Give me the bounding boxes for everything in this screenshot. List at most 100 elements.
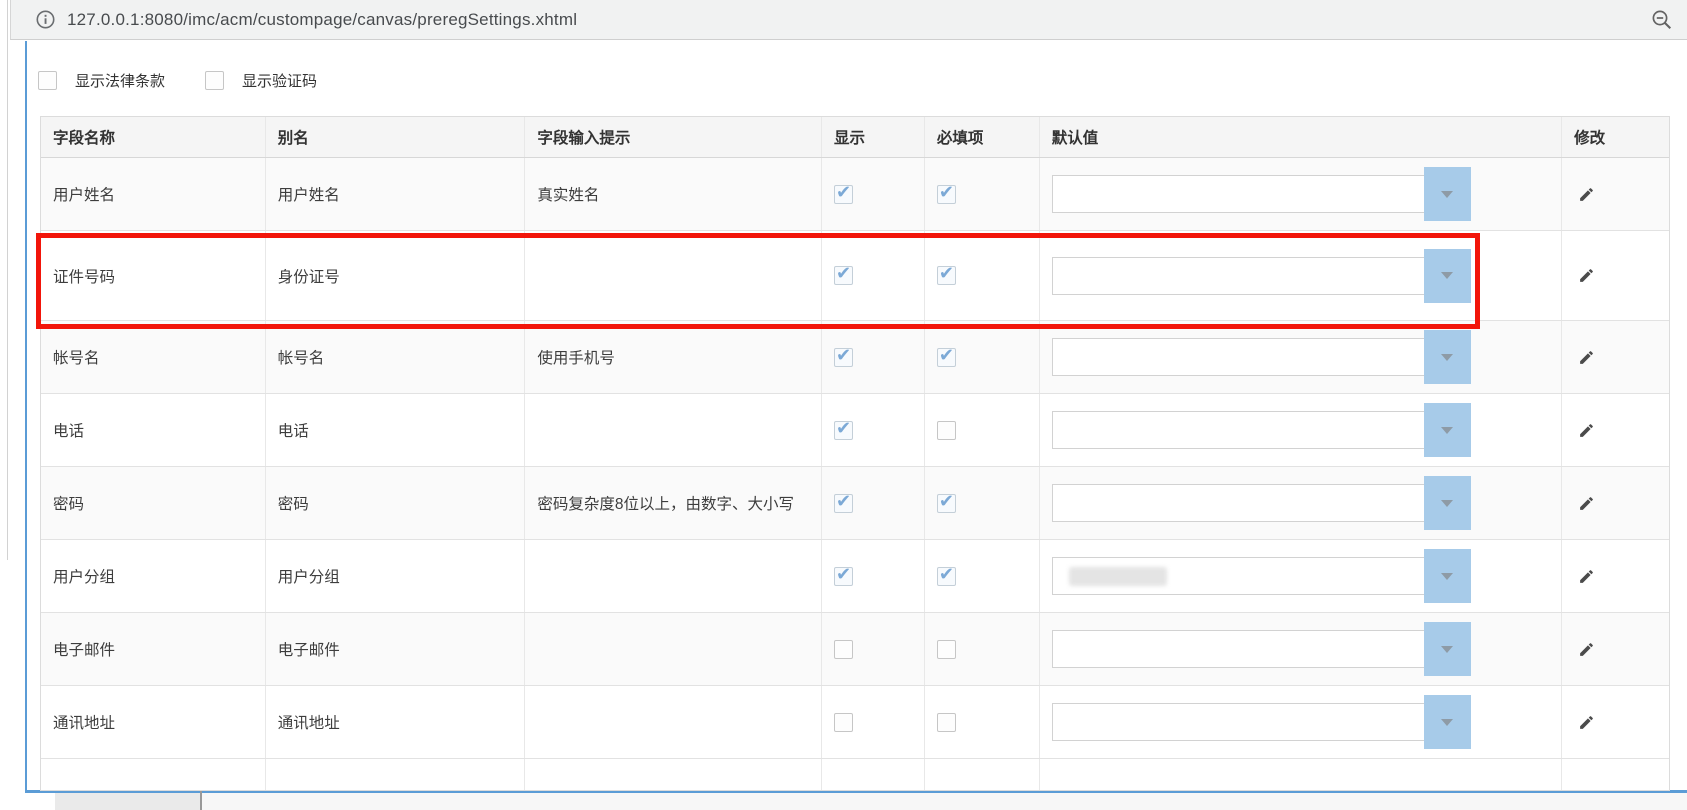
chevron-down-icon (1441, 426, 1454, 434)
display-checkbox[interactable] (834, 564, 854, 586)
hint-cell (525, 613, 823, 685)
required-checkbox[interactable] (936, 712, 956, 732)
field-name-cell: 用户姓名 (41, 158, 266, 230)
table-row: 电话 电话 (41, 394, 1669, 467)
edit-pencil-icon[interactable] (1578, 568, 1595, 585)
hint-cell (525, 231, 823, 320)
chevron-down-icon (1441, 353, 1454, 361)
browser-window: 127.0.0.1:8080/imc/acm/custompage/canvas… (0, 0, 1687, 810)
display-checkbox[interactable] (834, 639, 854, 659)
hint-cell: 真实姓名 (525, 158, 823, 230)
display-checkbox[interactable] (834, 491, 854, 513)
chevron-down-icon (1441, 718, 1454, 726)
page-options: 显示法律条款 显示验证码 (38, 60, 357, 100)
default-value-dropdown[interactable] (1051, 622, 1471, 676)
show-captcha-checkbox[interactable] (205, 70, 225, 90)
hint-cell: 使用手机号 (525, 321, 823, 393)
chevron-down-icon (1441, 272, 1454, 279)
dropdown-arrow-button[interactable] (1423, 549, 1471, 603)
alias-cell: 用户姓名 (266, 158, 526, 230)
show-captcha-label[interactable]: 显示验证码 (242, 70, 317, 91)
field-settings-table: 字段名称 别名 字段输入提示 显示 必填项 默认值 修改 用户姓名 用户姓名 真… (40, 116, 1670, 791)
url-bar[interactable]: 127.0.0.1:8080/imc/acm/custompage/canvas… (10, 0, 1687, 40)
edit-pencil-icon[interactable] (1578, 641, 1595, 658)
table-row: 密码 密码 密码复杂度8位以上，由数字、大小写 (41, 467, 1669, 540)
display-checkbox[interactable] (834, 712, 854, 732)
table-row: 证件号码 身份证号 (41, 231, 1669, 321)
table-row: 用户姓名 用户姓名 真实姓名 (41, 158, 1669, 231)
edit-pencil-icon[interactable] (1578, 186, 1595, 203)
header-alias: 别名 (266, 117, 526, 157)
alias-cell: 电话 (266, 394, 526, 466)
default-value-dropdown[interactable] (1051, 403, 1471, 457)
bottom-strip-gray (55, 793, 200, 810)
chevron-down-icon (1441, 645, 1454, 653)
alias-cell: 通讯地址 (266, 686, 526, 758)
required-checkbox[interactable] (936, 345, 956, 367)
alias-cell: 密码 (266, 467, 526, 539)
dropdown-arrow-button[interactable] (1423, 167, 1471, 221)
display-checkbox[interactable] (834, 418, 854, 440)
dropdown-arrow-button[interactable] (1423, 695, 1471, 749)
header-display: 显示 (822, 117, 925, 157)
alias-cell: 身份证号 (266, 231, 526, 320)
alias-cell: 用户分组 (266, 540, 526, 612)
left-gutter-divider (7, 0, 8, 560)
url-text[interactable]: 127.0.0.1:8080/imc/acm/custompage/canvas… (67, 10, 577, 30)
table-row: 电子邮件 电子邮件 (41, 613, 1669, 686)
display-checkbox[interactable] (834, 345, 854, 367)
required-checkbox[interactable] (936, 182, 956, 204)
edit-pencil-icon[interactable] (1578, 349, 1595, 366)
dropdown-arrow-button[interactable] (1423, 622, 1471, 676)
default-value-dropdown[interactable] (1051, 476, 1471, 530)
edit-pencil-icon[interactable] (1578, 495, 1595, 512)
default-value-dropdown[interactable] (1051, 695, 1471, 749)
required-checkbox[interactable] (936, 491, 956, 513)
display-checkbox[interactable] (834, 263, 854, 285)
alias-cell: 电子邮件 (266, 613, 526, 685)
show-legal-terms-checkbox[interactable] (38, 70, 57, 90)
field-name-cell: 密码 (41, 467, 266, 539)
table-row: 用户分组 用户分组 (41, 540, 1669, 613)
window-left-border (25, 41, 27, 791)
redacted-value-blur (1068, 567, 1167, 586)
alias-cell: 帐号名 (266, 321, 526, 393)
edit-pencil-icon[interactable] (1578, 714, 1595, 731)
show-legal-terms-label[interactable]: 显示法律条款 (75, 70, 165, 91)
dropdown-arrow-button[interactable] (1423, 476, 1471, 530)
dropdown-arrow-button[interactable] (1423, 248, 1471, 303)
header-input-hint: 字段输入提示 (525, 117, 823, 157)
table-row-partial (41, 759, 1669, 790)
field-name-cell: 帐号名 (41, 321, 266, 393)
dropdown-arrow-button[interactable] (1423, 403, 1471, 457)
dropdown-arrow-button[interactable] (1423, 330, 1471, 384)
bottom-strip-right (202, 793, 1687, 810)
edit-pencil-icon[interactable] (1578, 267, 1595, 284)
chevron-down-icon (1441, 190, 1454, 198)
default-value-dropdown[interactable] (1051, 248, 1471, 303)
edit-pencil-icon[interactable] (1578, 422, 1595, 439)
chevron-down-icon (1441, 572, 1454, 580)
required-checkbox[interactable] (936, 263, 956, 285)
table-row: 帐号名 帐号名 使用手机号 (41, 321, 1669, 394)
info-icon[interactable] (35, 9, 56, 30)
field-name-cell: 电话 (41, 394, 266, 466)
header-required: 必填项 (925, 117, 1040, 157)
field-name-cell: 证件号码 (41, 231, 266, 320)
display-checkbox[interactable] (834, 182, 854, 204)
field-name-cell: 通讯地址 (41, 686, 266, 758)
required-checkbox[interactable] (936, 564, 956, 586)
zoom-out-icon[interactable] (1651, 9, 1673, 31)
default-value-dropdown[interactable] (1051, 167, 1471, 221)
hint-cell (525, 394, 823, 466)
required-checkbox[interactable] (936, 639, 956, 659)
default-value-dropdown[interactable] (1051, 330, 1471, 384)
field-name-cell: 用户分组 (41, 540, 266, 612)
chevron-down-icon (1441, 499, 1454, 507)
table-row: 通讯地址 通讯地址 (41, 686, 1669, 759)
header-default-value: 默认值 (1040, 117, 1563, 157)
required-checkbox[interactable] (936, 420, 956, 440)
header-field-name: 字段名称 (41, 117, 266, 157)
default-value-dropdown[interactable] (1051, 549, 1471, 603)
header-modify: 修改 (1574, 130, 1606, 147)
